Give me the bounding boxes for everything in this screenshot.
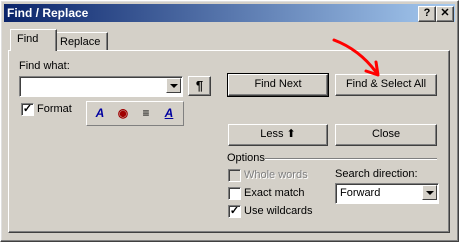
use-wildcards-label: Use wildcards [244,205,313,217]
close-button[interactable]: Close [335,124,437,146]
find-next-button[interactable]: Find Next [227,73,329,97]
search-direction-select[interactable]: Forward [335,183,439,204]
exact-match-checkbox[interactable] [228,187,241,200]
chevron-down-icon [170,84,178,88]
exact-match-label: Exact match [244,187,305,199]
options-divider [265,158,437,160]
format-toolbar: A ◉ ≡ A [86,101,184,126]
search-direction-value: Forward [340,187,381,199]
search-direction-dropdown-button[interactable] [422,185,437,200]
whole-words-checkbox[interactable] [228,169,241,182]
whole-words-label: Whole words [244,169,308,181]
find-what-input[interactable] [19,76,183,97]
format-label: Format [37,103,72,115]
format-style-icon[interactable]: A [160,105,178,122]
annotation-arrow-icon [332,38,380,77]
find-what-label: Find what: [19,60,70,72]
chevron-down-icon [426,191,434,195]
less-button[interactable]: Less ⬆ [228,124,328,146]
use-wildcards-checkbox[interactable]: ✓ [228,205,241,218]
search-direction-label: Search direction: [335,168,418,180]
format-paragraph-icon[interactable]: ≡ [137,105,155,122]
format-font-icon[interactable]: A [91,105,109,122]
find-what-dropdown-button[interactable] [166,78,181,93]
format-checkbox[interactable]: ✓ [21,103,34,116]
format-color-icon[interactable]: ◉ [114,105,132,122]
special-characters-button[interactable]: ¶ [188,76,211,96]
options-heading: Options [227,152,265,164]
